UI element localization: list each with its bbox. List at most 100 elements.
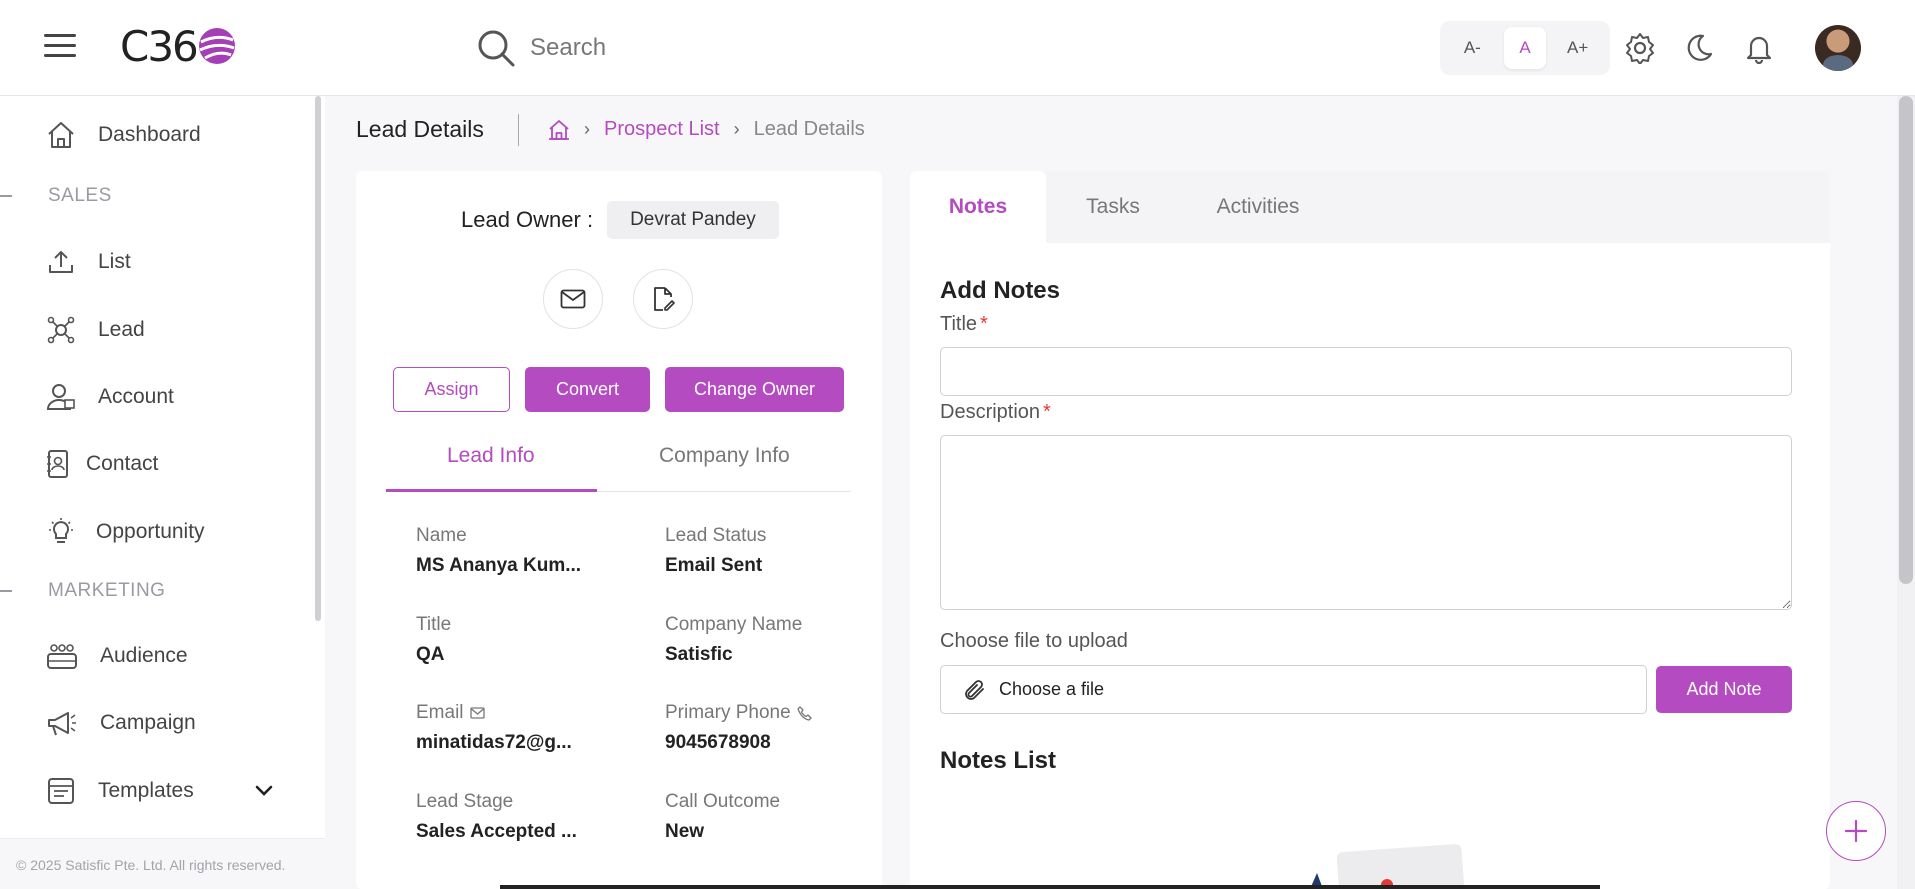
field-label-row: Email [416, 702, 596, 724]
sidebar-scrollbar[interactable] [315, 96, 321, 621]
logo-text: C36 [120, 21, 199, 71]
title-divider [518, 114, 519, 146]
field-primary-phone: Primary Phone 9045678908 [665, 702, 865, 754]
sidebar-item-lead[interactable]: Lead [46, 315, 145, 345]
lead-owner-chip: Devrat Pandey [607, 201, 779, 239]
tab-activities[interactable]: Activities [1180, 171, 1336, 243]
sidebar-item-templates[interactable]: Templates [46, 776, 274, 806]
page-title: Lead Details [356, 116, 484, 142]
upload-icon [49, 251, 73, 273]
tab-lead-info[interactable]: Lead Info [447, 444, 535, 468]
sidebar-item-label: Contact [86, 452, 159, 475]
tab-company-info[interactable]: Company Info [659, 444, 790, 468]
breadcrumb-prospect-list[interactable]: Prospect List [604, 118, 720, 141]
mail-icon [560, 289, 586, 309]
lightbulb-icon [49, 518, 73, 543]
field-title: Title QA [416, 614, 596, 666]
convert-button[interactable]: Convert [525, 367, 650, 412]
menu-icon[interactable] [44, 34, 76, 60]
paperclip-icon [965, 679, 984, 700]
field-email: Email minatidas72@g... [416, 702, 596, 754]
sidebar-item-label: Audience [100, 644, 188, 667]
bell-icon[interactable] [1741, 30, 1777, 66]
add-floating-button[interactable] [1826, 801, 1886, 861]
breadcrumb-current: Lead Details [753, 118, 865, 140]
dark-mode-icon[interactable] [1681, 30, 1717, 66]
field-label: Company Name [665, 614, 803, 635]
field-company-name: Company Name Satisfic [665, 614, 845, 666]
plus-icon [1844, 819, 1868, 843]
edit-document-button[interactable] [633, 269, 693, 329]
choose-file-text: Choose a file [999, 679, 1105, 699]
field-name: Name MS Ananya Kum... [416, 525, 596, 577]
sidebar-item-dashboard[interactable]: Dashboard [46, 120, 201, 150]
email-button[interactable] [543, 269, 603, 329]
search-input[interactable]: Search [530, 34, 606, 62]
notes-list-heading: Notes List [940, 747, 1057, 774]
sidebar-item-label: Templates [98, 779, 194, 802]
megaphone-icon [48, 712, 76, 736]
chevron-down-icon[interactable] [254, 784, 274, 798]
sidebar-item-audience[interactable]: Audience [46, 641, 188, 671]
field-label-row: Primary Phone [665, 702, 865, 724]
sidebar-item-opportunity[interactable]: Opportunity [46, 517, 205, 547]
sidebar-item-label: Campaign [100, 711, 196, 734]
user-icon [46, 384, 75, 410]
assign-button[interactable]: Assign [393, 367, 510, 412]
sidebar-item-account[interactable]: Account [46, 382, 174, 412]
sidebar-item-label: Dashboard [98, 123, 201, 146]
lead-owner-row: Lead Owner : Devrat Pandey [461, 201, 779, 239]
sidebar-item-list[interactable]: List [46, 247, 131, 277]
title-input[interactable] [940, 347, 1792, 396]
tab-tasks[interactable]: Tasks [1046, 171, 1180, 243]
required-mark: * [1043, 401, 1051, 423]
sidebar-item-campaign[interactable]: Campaign [46, 708, 196, 738]
field-value: minatidas72@g... [416, 732, 572, 753]
lead-owner-label: Lead Owner : [461, 207, 594, 232]
tab-notes[interactable]: Notes [910, 171, 1046, 243]
breadcrumb-separator: › [733, 119, 740, 139]
font-size-switcher: A- A A+ [1440, 21, 1610, 75]
field-value: MS Ananya Kum... [416, 555, 582, 576]
change-owner-button[interactable]: Change Owner [665, 367, 844, 412]
group-icon [47, 644, 77, 669]
font-default-button[interactable]: A [1503, 27, 1546, 69]
gear-icon[interactable] [1622, 30, 1658, 66]
top-header: C36 Search A- A A+ [0, 0, 1915, 96]
field-value: QA [416, 644, 445, 665]
sidebar-item-label: Account [98, 385, 174, 408]
active-tab-indicator [386, 489, 597, 492]
home-breadcrumb-icon[interactable] [548, 119, 570, 141]
sidebar-item-label: List [98, 250, 131, 273]
search-bar[interactable]: Search [476, 26, 606, 70]
sidebar-item-contact[interactable]: Contact [46, 449, 158, 479]
field-value: Satisfic [665, 644, 733, 665]
font-increase-button[interactable]: A+ [1557, 27, 1599, 69]
description-textarea[interactable] [940, 435, 1792, 610]
mail-small-icon[interactable] [469, 707, 485, 719]
phone-small-icon[interactable] [797, 705, 812, 721]
logo-globe-icon [198, 28, 235, 64]
main-scrollbar-thumb[interactable] [1899, 96, 1913, 584]
add-note-button[interactable]: Add Note [1656, 666, 1792, 713]
sidebar-item-label: Opportunity [96, 520, 205, 543]
title-label: Title * [940, 313, 988, 336]
field-value: Sales Accepted ... [416, 821, 577, 842]
file-chooser[interactable]: Choose a file [940, 665, 1647, 714]
sidebar [0, 96, 325, 889]
title-label-text: Title [940, 313, 978, 335]
avatar[interactable] [1815, 25, 1861, 71]
template-icon [48, 778, 74, 804]
description-label-text: Description [940, 401, 1041, 423]
description-label: Description * [940, 401, 1051, 424]
field-lead-stage: Lead Stage Sales Accepted ... [416, 791, 596, 843]
edit-document-icon [654, 287, 675, 311]
logo[interactable]: C36 [120, 21, 237, 71]
font-decrease-button[interactable]: A- [1451, 27, 1493, 69]
empty-notes-illustration [1305, 843, 1485, 889]
field-label: Call Outcome [665, 791, 781, 812]
search-icon [478, 30, 515, 67]
field-label: Primary Phone [665, 702, 791, 723]
field-call-outcome: Call Outcome New [665, 791, 845, 843]
section-dash [0, 195, 12, 197]
